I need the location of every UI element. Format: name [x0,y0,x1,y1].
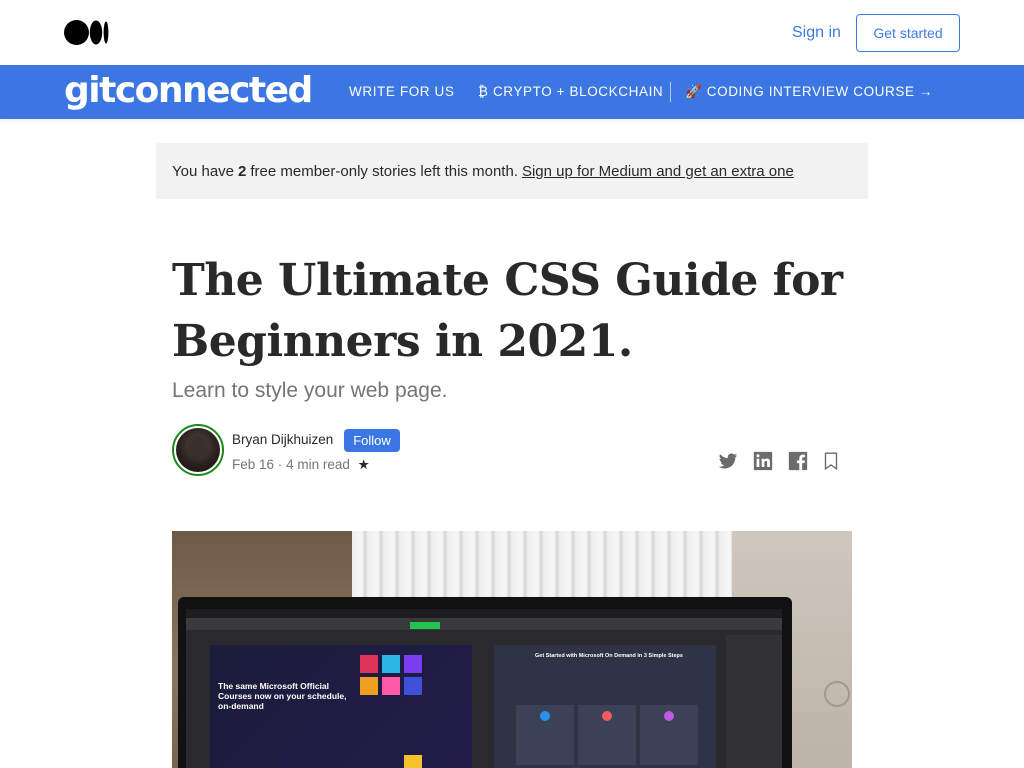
author-name[interactable]: Bryan Dijkhuizen [232,432,333,447]
member-star-icon: ★ [357,457,370,472]
follow-button[interactable]: Follow [344,429,400,452]
screen-tile [360,655,378,673]
hp-logo-icon [824,681,850,707]
linkedin-icon[interactable] [752,450,774,472]
banner-count: 2 [238,162,247,180]
screen-toolbar [186,618,782,630]
screen-left-document: The same Microsoft Official Courses now … [210,645,472,768]
author-avatar[interactable] [172,424,224,476]
screen-tile [360,677,378,695]
screen-tile [404,677,422,695]
publication-logo[interactable]: gitconnected [64,70,313,111]
article-title: The Ultimate CSS Guide for Beginners in … [172,255,843,367]
sign-in-link[interactable]: Sign in [792,24,841,42]
member-banner: You have 2 free member-only stories left… [156,143,868,199]
screen-tile [382,655,400,673]
screen-menubar [186,609,782,618]
bookmark-icon[interactable] [820,450,842,472]
screen-card-dot [602,711,612,721]
screen-tile [382,677,400,695]
screen-card-dot [664,711,674,721]
nav-crypto-blockchain[interactable]: ₿ CRYPTO + BLOCKCHAIN [478,84,663,99]
screen-right-document: Get Started with Microsoft On Demand in … [494,645,716,768]
screen-green-button [410,622,440,629]
publication-nav: gitconnected WRITE FOR US ₿ CRYPTO + BLO… [0,65,1024,119]
nav-coding-interview-course[interactable]: 🚀 CODING INTERVIEW COURSE → [685,84,933,100]
hero-screen: The same Microsoft Official Courses now … [186,609,782,768]
nav-write-for-us[interactable]: WRITE FOR US [349,84,454,99]
get-started-button[interactable]: Get started [856,14,960,52]
top-bar: Sign in Get started [0,0,1024,65]
article-subtitle: Learn to style your web page. [172,379,448,402]
banner-signup-link[interactable]: Sign up for Medium and get an extra one [522,163,794,180]
article-meta: Feb 16 · 4 min read ★ [232,457,370,473]
screen-tile [404,755,422,768]
publish-date: Feb 16 [232,457,275,472]
screen-card-dot [540,711,550,721]
banner-suffix: free member-only stories left this month… [250,162,518,180]
meta-separator: · [277,457,283,472]
facebook-icon[interactable] [787,450,809,472]
avatar-image [176,428,220,472]
screen-right-heading: Get Started with Microsoft On Demand in … [535,653,683,659]
read-time: 4 min read [286,457,350,472]
screen-tile [404,655,422,673]
medium-logo[interactable] [64,20,110,45]
screen-side-panel [726,635,782,768]
twitter-icon[interactable] [717,450,739,472]
screen-heading: The same Microsoft Official Courses now … [218,681,347,711]
banner-prefix: You have [172,162,235,180]
hero-image: The same Microsoft Official Courses now … [172,531,852,768]
nav-divider [670,82,671,102]
